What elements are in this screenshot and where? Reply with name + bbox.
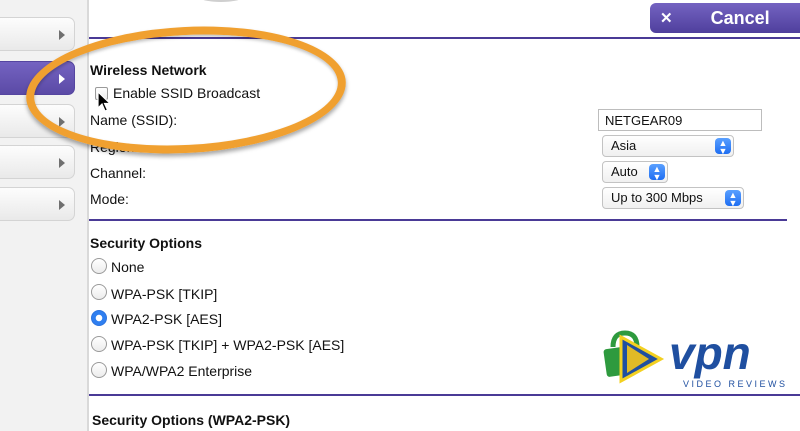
channel-label: Channel: — [90, 165, 147, 181]
mode-select-value: Up to 300 Mbps — [611, 190, 703, 205]
chevron-right-icon — [59, 158, 65, 168]
sidebar-tab-5[interactable] — [0, 187, 75, 221]
sidebar-tab-1[interactable] — [0, 17, 75, 51]
security-options-heading: Security Options — [90, 235, 203, 251]
security-radio-wpa-psk-tkip[interactable] — [91, 284, 107, 300]
top-decoration — [200, 0, 242, 2]
section-divider — [89, 219, 787, 221]
cancel-button-label: Cancel — [710, 7, 770, 28]
security-option-label: WPA/WPA2 Enterprise — [111, 363, 253, 379]
region-select[interactable]: Asia ▲ ▼ — [602, 135, 734, 157]
mode-label: Mode: — [90, 191, 129, 207]
cancel-button[interactable]: ✕ Cancel — [650, 3, 800, 33]
chevron-updown-icon: ▲ ▼ — [715, 138, 731, 156]
security-option-label: WPA2-PSK [AES] — [111, 311, 222, 327]
chevron-updown-icon: ▲ ▼ — [649, 164, 665, 182]
mouse-cursor-icon — [97, 91, 111, 112]
mode-select[interactable]: Up to 300 Mbps ▲ ▼ — [602, 187, 744, 209]
chevron-updown-icon: ▲ ▼ — [725, 190, 741, 208]
ssid-name-input[interactable] — [598, 109, 762, 131]
security-radio-none[interactable] — [91, 258, 107, 274]
security-option-label: WPA-PSK [TKIP] + WPA2-PSK [AES] — [111, 337, 345, 353]
chevron-right-icon — [59, 200, 65, 210]
logo-tagline: VIDEO REVIEWS — [683, 379, 788, 389]
security-option-label: None — [111, 259, 145, 275]
sidebar-tab-4[interactable] — [0, 145, 75, 179]
security-option-label: WPA-PSK [TKIP] — [111, 286, 218, 302]
region-select-value: Asia — [611, 138, 637, 153]
security-radio-wpa-wpa2-mixed[interactable] — [91, 336, 107, 352]
security-options-wpa2-heading: Security Options (WPA2-PSK) — [92, 412, 291, 428]
channel-select[interactable]: Auto ▲ ▼ — [602, 161, 668, 183]
channel-select-value: Auto — [611, 164, 638, 179]
logo-wordmark: vpn — [669, 327, 751, 379]
chevron-right-icon — [59, 30, 65, 40]
close-icon: ✕ — [660, 10, 673, 27]
security-radio-wpa2-psk-aes[interactable] — [91, 310, 107, 326]
security-radio-wpa-wpa2-enterprise[interactable] — [91, 362, 107, 378]
vpn-video-reviews-logo: vpn VIDEO REVIEWS — [603, 326, 788, 389]
